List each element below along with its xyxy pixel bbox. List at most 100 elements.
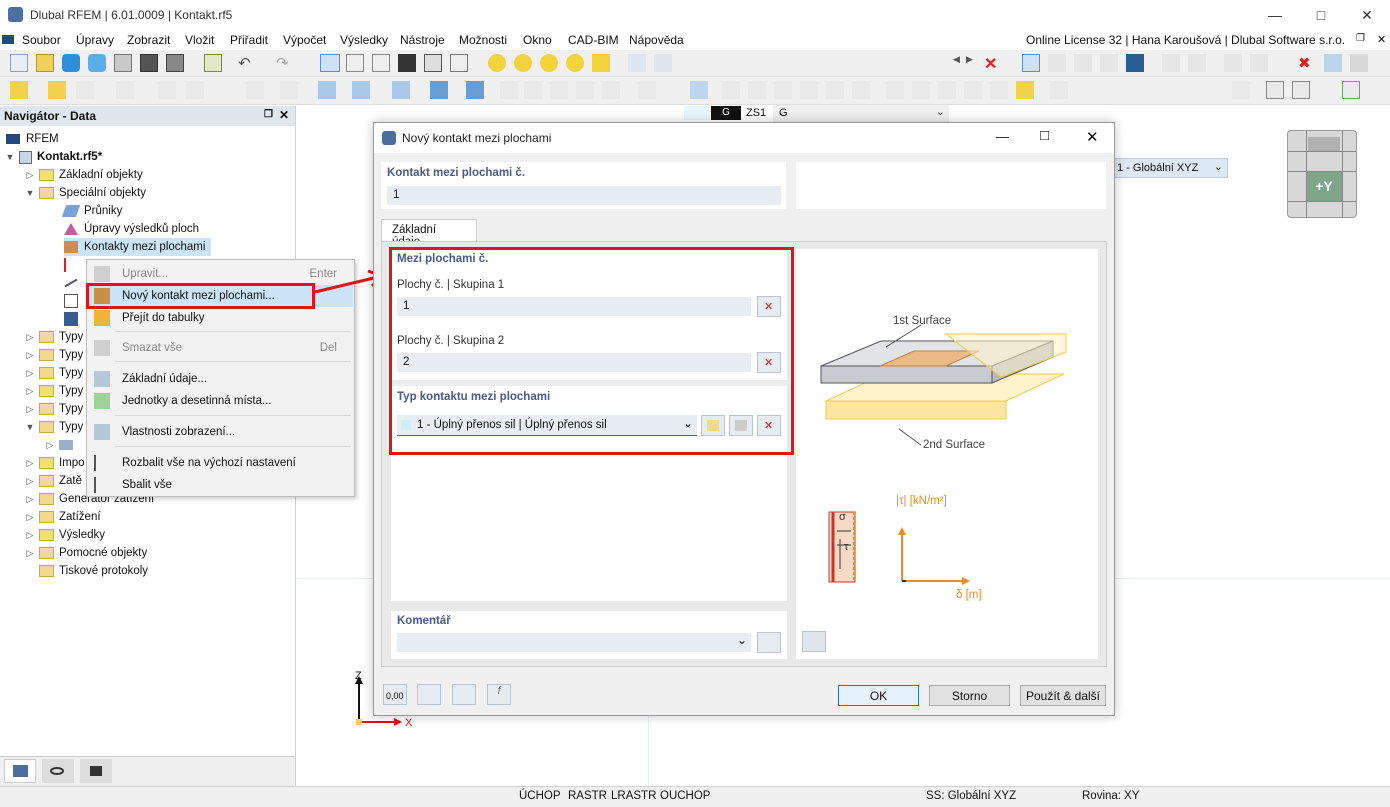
member-icon[interactable] [76, 81, 94, 99]
wave-icon[interactable] [748, 81, 766, 99]
view-button[interactable] [452, 684, 476, 705]
menu-item-smazat[interactable]: Smazat vše Del [88, 337, 353, 359]
restore-icon[interactable]: ❐ [1356, 33, 1365, 44]
coord-system-select[interactable]: 1 - Globální XYZ ⌄ [1096, 158, 1228, 178]
tool-6-icon[interactable] [1188, 54, 1206, 72]
next-icon[interactable]: ▶ [966, 54, 976, 72]
redo-icon[interactable]: ↷ [276, 54, 294, 72]
node-icon[interactable] [158, 81, 176, 99]
status-ouchop[interactable]: OUCHOP [660, 790, 710, 802]
tool-4-icon[interactable] [1126, 54, 1144, 72]
align-5-icon[interactable] [990, 81, 1008, 99]
tree-item-kontakty[interactable]: Kontakty mezi plochami [64, 238, 212, 256]
menu-item-rozbalit[interactable]: Rozbalit vše na výchozí nastavení [88, 452, 353, 474]
menu-item-prejit[interactable]: Přejít do tabulky [88, 307, 353, 329]
result-values-icon[interactable] [592, 54, 610, 72]
cloud-icon[interactable] [62, 54, 80, 72]
cube-icon[interactable] [1324, 54, 1342, 72]
run-calc-icon[interactable] [514, 54, 532, 72]
tool-5-icon[interactable] [1162, 54, 1180, 72]
number-field[interactable]: 1 [387, 186, 781, 205]
tree-item-typy6-child[interactable]: ▷ [44, 436, 73, 454]
tree-item-hidden-2[interactable] [64, 274, 78, 292]
comment-field[interactable]: ⌄ [397, 633, 751, 652]
solid-icon[interactable] [430, 81, 448, 99]
cancel-button[interactable]: Storno [929, 685, 1010, 706]
model-icon[interactable] [88, 54, 106, 72]
panel-icon[interactable] [372, 54, 390, 72]
illustration-settings-button[interactable] [802, 631, 826, 652]
menu-zobrazit[interactable]: Zobrazit [127, 33, 170, 47]
tab-display-icon[interactable] [42, 759, 74, 783]
tool-3-icon[interactable] [1100, 54, 1118, 72]
struct-3-icon[interactable] [576, 81, 594, 99]
tree-item-typy6[interactable]: ▼ Typy [24, 418, 83, 436]
tab-zakladni-udaje[interactable]: Základní údaje [381, 219, 477, 248]
align-icon[interactable] [886, 81, 904, 99]
tree-item-pomocne[interactable]: ▷ Pomocné objekty [24, 544, 147, 562]
menu-upravy[interactable]: Úpravy [76, 33, 114, 47]
tree-item-typy2[interactable]: ▷ Typy [24, 346, 83, 364]
select-icon[interactable] [1022, 54, 1040, 72]
menu-okno[interactable]: Okno [523, 33, 552, 47]
frame-icon[interactable] [392, 81, 410, 99]
tree-item-hidden-3[interactable] [64, 292, 78, 310]
status-rastr[interactable]: RASTR [568, 790, 607, 802]
grid-icon[interactable] [1266, 81, 1284, 99]
check-model-icon[interactable] [488, 54, 506, 72]
print-preview-icon[interactable] [114, 54, 132, 72]
menu-item-sbalit[interactable]: Sbalit vše [88, 474, 353, 496]
axis-icon[interactable] [280, 81, 298, 99]
menu-moznosti[interactable]: Možnosti [459, 33, 507, 47]
pin-icon[interactable]: ❐ [264, 109, 273, 120]
tab-data-icon[interactable] [4, 759, 36, 783]
camera-icon[interactable] [800, 81, 818, 99]
menu-item-vlastnosti[interactable]: Vlastnosti zobrazení... [88, 421, 353, 443]
shape-icon[interactable] [774, 81, 792, 99]
align-2-icon[interactable] [912, 81, 930, 99]
table-icon[interactable] [346, 54, 364, 72]
snap-icon[interactable] [10, 81, 28, 99]
new-file-icon[interactable] [10, 54, 28, 72]
console-icon[interactable] [398, 54, 416, 72]
polyline-icon[interactable] [116, 81, 134, 99]
menu-vysledky[interactable]: Výsledky [340, 33, 388, 47]
ok-button[interactable]: OK [838, 685, 919, 706]
tool-7-icon[interactable] [1224, 54, 1242, 72]
results-icon[interactable] [540, 54, 558, 72]
struct-5-icon[interactable] [638, 81, 656, 99]
align-3-icon[interactable] [938, 81, 956, 99]
arrow-tool-icon[interactable] [500, 81, 518, 99]
tree-item-hidden-4[interactable] [64, 310, 78, 328]
tree-item-zakladni[interactable]: ▷ Základní objekty [24, 166, 143, 184]
tree-root[interactable]: RFEM [6, 130, 59, 148]
tree-item-specialni[interactable]: ▼ Speciální objekty [24, 184, 146, 202]
dialog-minimize-icon[interactable]: — [996, 129, 1009, 144]
tool-1-icon[interactable] [1048, 54, 1066, 72]
pen-icon[interactable] [1016, 81, 1034, 99]
tree-item-upravy[interactable]: Úpravy výsledků ploch [64, 220, 199, 238]
load-wizard-icon[interactable] [654, 54, 672, 72]
menu-item-zakladni[interactable]: Základní údaje... [88, 368, 353, 390]
tree-item-impo[interactable]: ▷ Impo [24, 454, 85, 472]
prev-icon[interactable]: ◀ [953, 54, 963, 72]
render-icon[interactable] [352, 81, 370, 99]
hidden-icon[interactable] [826, 81, 844, 99]
line-icon[interactable] [48, 81, 66, 99]
tree-item-typy1[interactable]: ▷ Typy [24, 328, 83, 346]
menu-item-jednotky[interactable]: Jednotky a desetinná místa... [88, 390, 353, 412]
status-uchop[interactable]: ÚCHOP [519, 790, 561, 802]
box-select-icon[interactable] [318, 81, 336, 99]
display-icon[interactable] [1342, 81, 1360, 99]
show-results-icon[interactable] [566, 54, 584, 72]
menu-priradit[interactable]: Přiřadit [230, 33, 268, 47]
tree-item-typy5[interactable]: ▷ Typy [24, 400, 83, 418]
tree-item-vysledky[interactable]: ▷ Výsledky [24, 526, 105, 544]
dimension-icon[interactable] [186, 81, 204, 99]
maximize-icon[interactable]: □ [1298, 0, 1344, 30]
save-icon[interactable] [140, 54, 158, 72]
line-2-icon[interactable] [852, 81, 870, 99]
tree-item-tiskove[interactable]: Tiskové protokoly [39, 562, 148, 580]
report-icon[interactable] [204, 54, 222, 72]
menu-cad-bim[interactable]: CAD-BIM [568, 33, 619, 47]
